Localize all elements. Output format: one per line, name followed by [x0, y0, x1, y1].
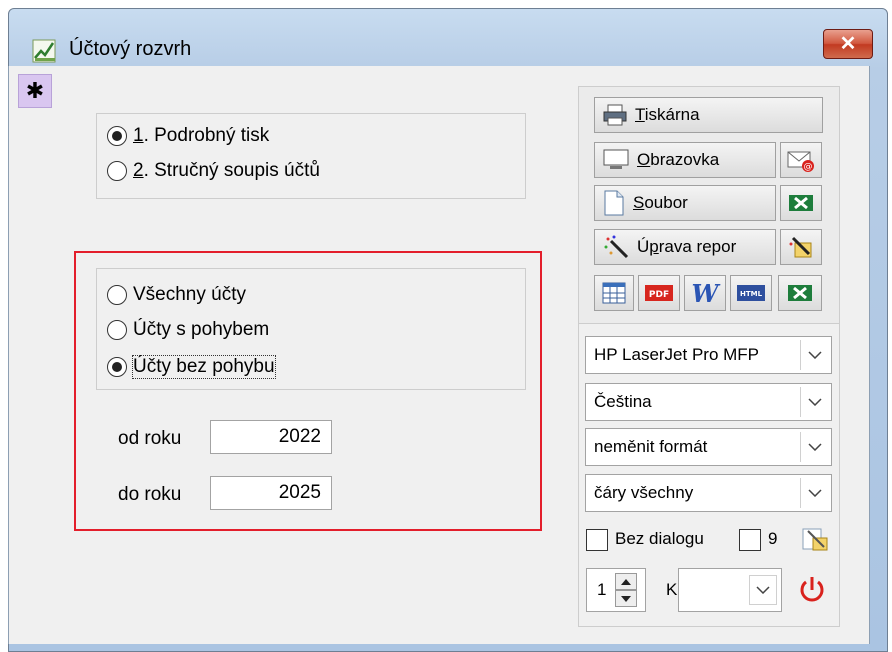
count-label: 9	[768, 529, 778, 548]
excel-export-button[interactable]	[780, 185, 822, 221]
year-from-label: od roku	[118, 428, 182, 449]
radio-accounts-with-movement[interactable]: Účty s pohybem	[107, 319, 269, 341]
format-select[interactable]: neměnit formát	[585, 428, 832, 466]
chart-app-icon	[32, 39, 56, 63]
spin-down-icon[interactable]	[615, 590, 637, 607]
spin-up-icon[interactable]	[615, 573, 637, 590]
pdf-icon: PDF	[645, 285, 673, 301]
monitor-icon	[603, 149, 629, 169]
file-icon	[604, 190, 624, 216]
html-icon: HTML	[737, 285, 765, 301]
magic-wand-icon	[604, 235, 629, 259]
svg-text:@: @	[804, 162, 813, 172]
radio-brief-list[interactable]: 2. Stručný soupis účtů	[107, 160, 320, 182]
word-icon: W	[691, 278, 719, 308]
window-title: Účtový rozvrh	[69, 38, 192, 60]
count-checkbox[interactable]	[739, 529, 761, 551]
chevron-down-icon[interactable]	[800, 387, 829, 417]
email-button[interactable]: @	[780, 142, 822, 178]
no-dialog-checkbox[interactable]	[586, 529, 608, 551]
radio-label: 1. Podrobný tisk	[133, 125, 270, 146]
printer-label: Tiskárna	[635, 105, 700, 124]
k-label: K	[666, 580, 678, 599]
svg-text:PDF: PDF	[649, 290, 669, 300]
printer-icon	[603, 104, 627, 126]
year-to-label: do roku	[118, 484, 182, 505]
chevron-down-icon[interactable]	[749, 575, 777, 605]
close-icon: ✕	[839, 33, 857, 55]
language-select-value: Čeština	[594, 392, 652, 411]
chevron-down-icon[interactable]	[800, 432, 829, 462]
file-button[interactable]: Soubor	[594, 185, 776, 221]
edit-report-label: Úprava repor	[637, 237, 737, 256]
chevron-down-icon[interactable]	[800, 478, 829, 508]
table-icon	[602, 282, 626, 304]
radio-label: Všechny účty	[133, 284, 246, 305]
radio-button[interactable]	[107, 320, 127, 340]
table-export-button[interactable]	[594, 275, 634, 311]
copies-spinner[interactable]: 1	[586, 568, 646, 612]
radio-accounts-without-movement[interactable]: Účty bez pohybu	[107, 355, 276, 379]
copies-value: 1	[597, 580, 607, 599]
year-to-field[interactable]: 2025	[210, 476, 332, 510]
radio-button[interactable]	[107, 161, 127, 181]
edit-report-button[interactable]: Úprava repor	[594, 229, 776, 265]
format-select-value: neměnit formát	[594, 437, 708, 456]
word-export-button[interactable]: W	[684, 275, 726, 311]
printer-button[interactable]: Tiskárna	[594, 97, 823, 133]
screen-button[interactable]: Obrazovka	[594, 142, 776, 178]
excel-export-button-2[interactable]	[778, 275, 822, 311]
printer-select-value: HP LaserJet Pro MFP	[594, 345, 760, 364]
close-button[interactable]: ✕	[823, 29, 873, 59]
report-designer-icon	[789, 236, 812, 258]
excel-icon	[789, 195, 813, 211]
radio-detailed-print[interactable]: 1. Podrobný tisk	[107, 125, 269, 147]
radio-button-selected[interactable]	[107, 126, 127, 146]
radio-label: Účty bez pohybu	[132, 355, 276, 379]
designer-button[interactable]	[780, 229, 822, 265]
printer-select[interactable]: HP LaserJet Pro MFP	[585, 336, 832, 374]
radio-label: Účty s pohybem	[133, 319, 270, 340]
power-icon[interactable]	[797, 574, 827, 606]
k-select[interactable]	[678, 568, 782, 612]
excel-icon	[788, 285, 812, 301]
no-dialog-label: Bez dialogu	[615, 529, 704, 548]
radio-button[interactable]	[107, 285, 127, 305]
html-export-button[interactable]: HTML	[730, 275, 772, 311]
screen-label: Obrazovka	[637, 150, 720, 169]
svg-text:HTML: HTML	[740, 290, 763, 298]
email-icon: @	[787, 151, 814, 172]
radio-label: 2. Stručný soupis účtů	[133, 160, 320, 181]
chevron-down-icon[interactable]	[800, 340, 829, 370]
radio-all-accounts[interactable]: Všechny účty	[107, 284, 246, 306]
lines-select-value: čáry všechny	[594, 483, 694, 502]
radio-button-selected[interactable]	[107, 357, 127, 377]
pdf-export-button[interactable]: PDF	[638, 275, 680, 311]
language-select[interactable]: Čeština	[585, 383, 832, 421]
report-settings-icon[interactable]	[800, 526, 830, 554]
lines-select[interactable]: čáry všechny	[585, 474, 832, 512]
file-label: Soubor	[633, 193, 688, 212]
year-from-field[interactable]: 2022	[210, 420, 332, 454]
gear-icon[interactable]: ✱	[18, 74, 52, 108]
